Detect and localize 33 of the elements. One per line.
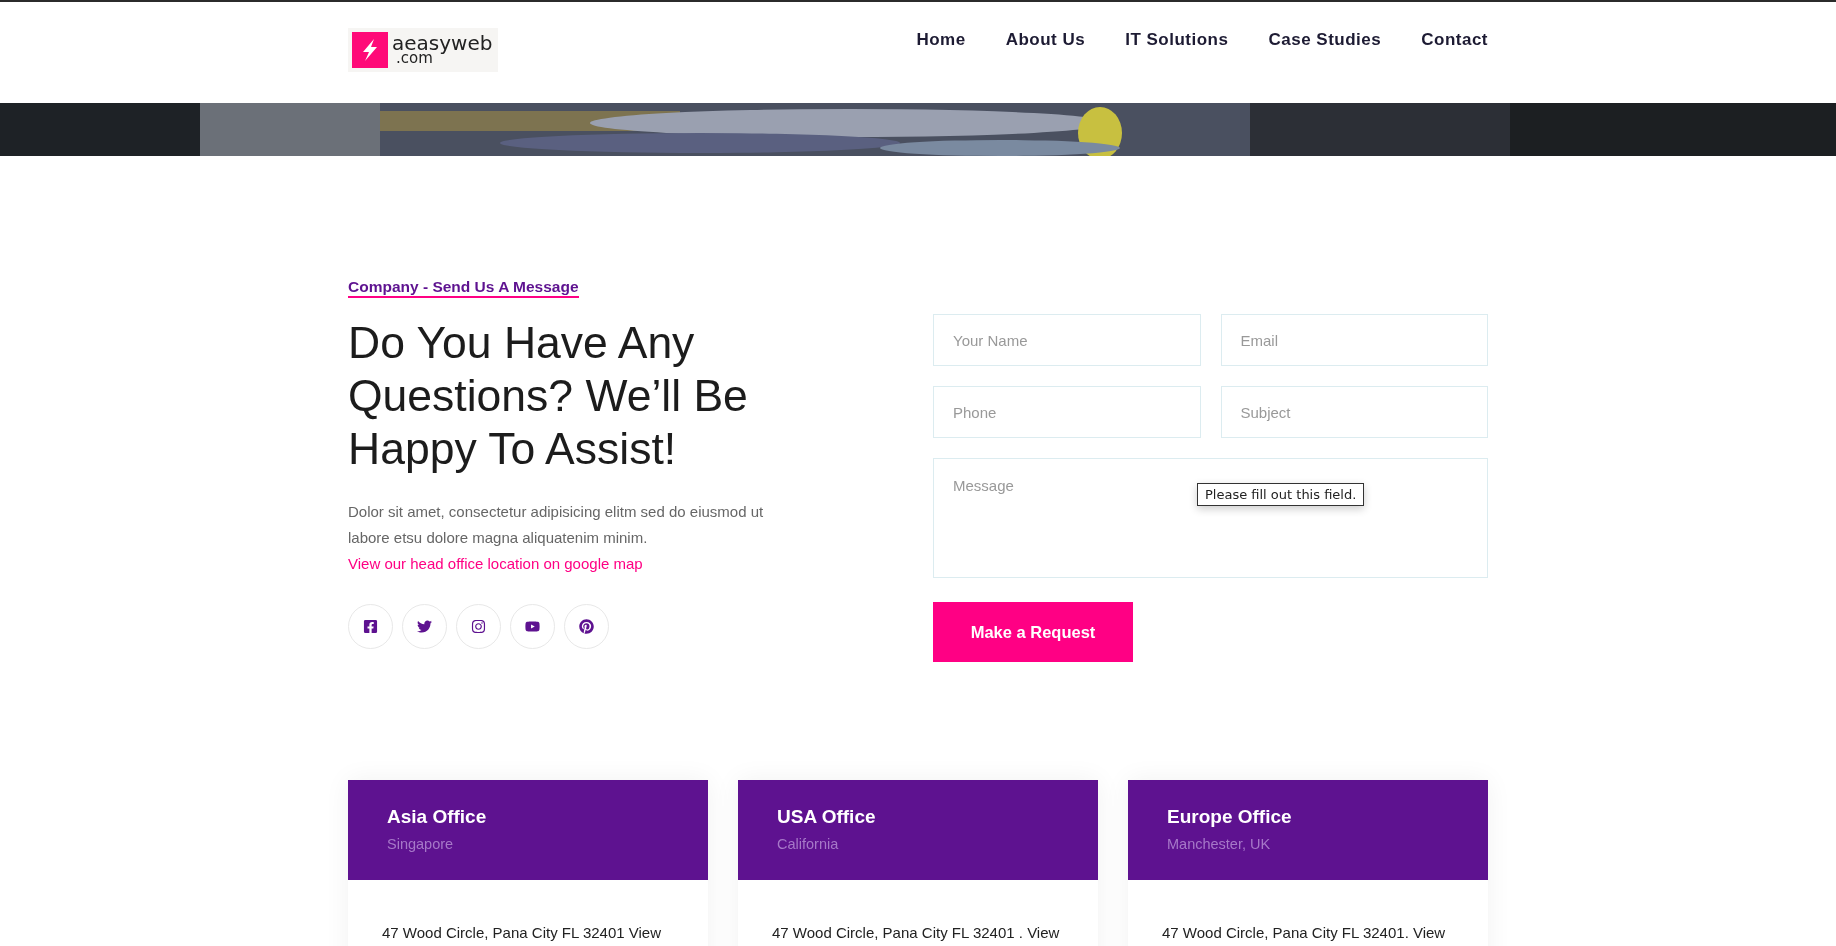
nav-link[interactable]: Case Studies (1268, 30, 1382, 50)
instagram-icon (471, 619, 486, 634)
office-title: Asia Office (387, 806, 487, 828)
office-address: 47 Wood Circle, Pana City FL 32401. View (1162, 924, 1446, 941)
nav-link[interactable]: IT Solutions (1125, 30, 1229, 50)
logo[interactable]: aeasyweb .com (348, 28, 499, 72)
office-address: 47 Wood Circle, Pana City FL 32401 . View (772, 924, 1060, 941)
input-field[interactable]: Your Name (933, 314, 1201, 366)
pinterest-icon (579, 619, 594, 634)
office-title: USA Office (777, 806, 876, 828)
map-link[interactable]: View our head office location on google map (348, 551, 643, 577)
office-location: Manchester, UK (1167, 836, 1271, 852)
twitter-icon (417, 619, 432, 634)
youtube-icon (525, 619, 540, 634)
nav-link[interactable]: Contact (1421, 30, 1488, 50)
office-location: Singapore (387, 836, 454, 852)
office-location: California (777, 836, 839, 852)
validation-tooltip: Please fill out this field. (1197, 483, 1365, 506)
facebook-icon (363, 619, 378, 634)
office-address: 47 Wood Circle, Pana City FL 32401 View (382, 924, 662, 941)
logo-domain: .com (396, 52, 433, 66)
office-title: Europe Office (1167, 806, 1292, 828)
logo-name: aeasyweb (392, 34, 493, 53)
intro-paragraph: Dolor sit amet, consectetur adipisicing elitm sed do eiusmod ut labore etsu dolore magna aliquatenim minim. (348, 502, 765, 548)
nav-link[interactable]: About Us (1005, 30, 1086, 50)
submit-button[interactable]: Make a Request (933, 602, 1133, 662)
input-field[interactable]: Subject (1220, 386, 1488, 438)
section-tagline: Company - Send Us A Message (348, 278, 579, 298)
section-heading: Do You Have Any Questions? We’ll Be Happy To Assist! (348, 317, 749, 475)
input-field[interactable]: Email (1220, 314, 1488, 366)
bolt-icon (352, 32, 388, 68)
input-field[interactable]: Phone (933, 386, 1201, 438)
nav-link[interactable]: Home (916, 30, 966, 50)
